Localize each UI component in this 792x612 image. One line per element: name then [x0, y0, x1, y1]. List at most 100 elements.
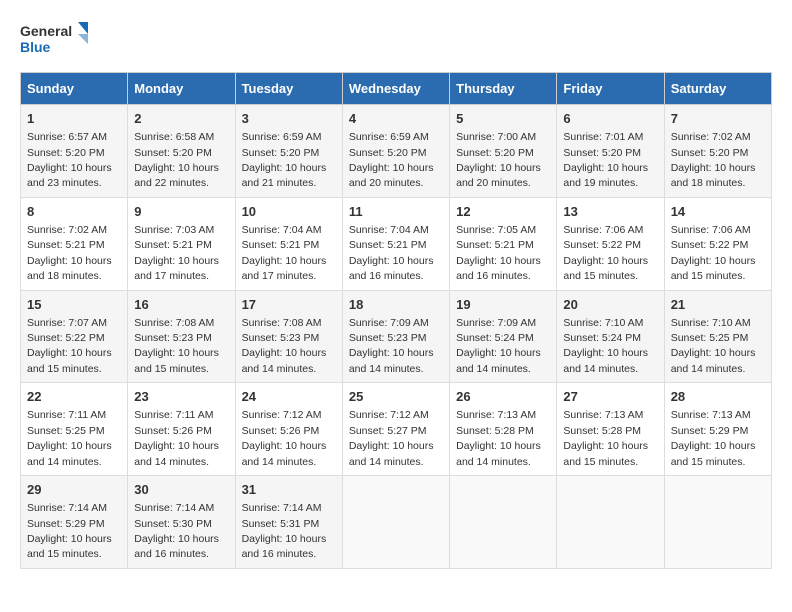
svg-text:Blue: Blue — [20, 39, 51, 55]
weekday-header-monday: Monday — [128, 73, 235, 105]
day-info: Sunrise: 7:07 AM Sunset: 5:22 PM Dayligh… — [27, 317, 112, 375]
day-number: 4 — [349, 110, 443, 128]
day-number: 20 — [563, 296, 657, 314]
day-number: 30 — [134, 481, 228, 499]
day-info: Sunrise: 7:00 AM Sunset: 5:20 PM Dayligh… — [456, 131, 541, 189]
day-info: Sunrise: 7:14 AM Sunset: 5:30 PM Dayligh… — [134, 502, 219, 560]
day-number: 14 — [671, 203, 765, 221]
day-number: 1 — [27, 110, 121, 128]
day-info: Sunrise: 7:12 AM Sunset: 5:26 PM Dayligh… — [242, 409, 327, 467]
day-number: 10 — [242, 203, 336, 221]
calendar-cell: 2Sunrise: 6:58 AM Sunset: 5:20 PM Daylig… — [128, 105, 235, 198]
day-number: 5 — [456, 110, 550, 128]
calendar-cell: 27Sunrise: 7:13 AM Sunset: 5:28 PM Dayli… — [557, 383, 664, 476]
weekday-header-saturday: Saturday — [664, 73, 771, 105]
calendar-week-row: 1 Sunrise: 6:57 AM Sunset: 5:20 PM Daylig… — [21, 105, 772, 198]
day-number: 6 — [563, 110, 657, 128]
day-info: Sunrise: 6:59 AM Sunset: 5:20 PM Dayligh… — [349, 131, 434, 189]
day-number: 25 — [349, 388, 443, 406]
day-number: 16 — [134, 296, 228, 314]
calendar-body: 1 Sunrise: 6:57 AM Sunset: 5:20 PM Daylig… — [21, 105, 772, 569]
day-info: Sunrise: 7:04 AM Sunset: 5:21 PM Dayligh… — [349, 224, 434, 282]
logo-svg: General Blue — [20, 20, 90, 62]
calendar-cell: 28 Sunrise: 7:13 AM Sunset: 5:29 PM Dayli… — [664, 383, 771, 476]
calendar-cell — [342, 476, 449, 569]
day-info: Sunrise: 7:13 AM Sunset: 5:28 PM Dayligh… — [563, 409, 648, 467]
calendar-cell — [557, 476, 664, 569]
calendar-cell — [450, 476, 557, 569]
day-info: Sunrise: 7:14 AM Sunset: 5:31 PM Dayligh… — [242, 502, 327, 560]
calendar-week-row: 22Sunrise: 7:11 AM Sunset: 5:25 PM Dayli… — [21, 383, 772, 476]
day-number: 13 — [563, 203, 657, 221]
calendar-cell: 11 Sunrise: 7:04 AM Sunset: 5:21 PM Dayli… — [342, 197, 449, 290]
day-info: Sunrise: 7:03 AM Sunset: 5:21 PM Dayligh… — [134, 224, 219, 282]
calendar-cell: 29 Sunrise: 7:14 AM Sunset: 5:29 PM Dayli… — [21, 476, 128, 569]
day-info: Sunrise: 7:09 AM Sunset: 5:24 PM Dayligh… — [456, 317, 541, 375]
day-number: 3 — [242, 110, 336, 128]
day-number: 15 — [27, 296, 121, 314]
day-info: Sunrise: 7:02 AM Sunset: 5:21 PM Dayligh… — [27, 224, 112, 282]
weekday-header-sunday: Sunday — [21, 73, 128, 105]
day-number: 11 — [349, 203, 443, 221]
calendar-cell: 13Sunrise: 7:06 AM Sunset: 5:22 PM Dayli… — [557, 197, 664, 290]
svg-text:General: General — [20, 23, 72, 39]
day-info: Sunrise: 7:10 AM Sunset: 5:25 PM Dayligh… — [671, 317, 756, 375]
calendar-cell: 22Sunrise: 7:11 AM Sunset: 5:25 PM Dayli… — [21, 383, 128, 476]
day-info: Sunrise: 7:08 AM Sunset: 5:23 PM Dayligh… — [242, 317, 327, 375]
day-number: 24 — [242, 388, 336, 406]
day-number: 19 — [456, 296, 550, 314]
day-info: Sunrise: 7:09 AM Sunset: 5:23 PM Dayligh… — [349, 317, 434, 375]
day-info: Sunrise: 7:14 AM Sunset: 5:29 PM Dayligh… — [27, 502, 112, 560]
calendar-cell: 31Sunrise: 7:14 AM Sunset: 5:31 PM Dayli… — [235, 476, 342, 569]
calendar-cell: 7 Sunrise: 7:02 AM Sunset: 5:20 PM Daylig… — [664, 105, 771, 198]
calendar-table: SundayMondayTuesdayWednesdayThursdayFrid… — [20, 72, 772, 569]
day-info: Sunrise: 7:05 AM Sunset: 5:21 PM Dayligh… — [456, 224, 541, 282]
day-info: Sunrise: 7:01 AM Sunset: 5:20 PM Dayligh… — [563, 131, 648, 189]
logo: General Blue — [20, 20, 90, 62]
calendar-cell: 14 Sunrise: 7:06 AM Sunset: 5:22 PM Dayli… — [664, 197, 771, 290]
calendar-cell: 21 Sunrise: 7:10 AM Sunset: 5:25 PM Dayli… — [664, 290, 771, 383]
day-number: 17 — [242, 296, 336, 314]
calendar-cell: 9 Sunrise: 7:03 AM Sunset: 5:21 PM Daylig… — [128, 197, 235, 290]
day-info: Sunrise: 6:59 AM Sunset: 5:20 PM Dayligh… — [242, 131, 327, 189]
day-info: Sunrise: 7:13 AM Sunset: 5:29 PM Dayligh… — [671, 409, 756, 467]
calendar-cell: 6 Sunrise: 7:01 AM Sunset: 5:20 PM Daylig… — [557, 105, 664, 198]
day-number: 8 — [27, 203, 121, 221]
day-number: 9 — [134, 203, 228, 221]
day-number: 18 — [349, 296, 443, 314]
calendar-header: SundayMondayTuesdayWednesdayThursdayFrid… — [21, 73, 772, 105]
weekday-header-wednesday: Wednesday — [342, 73, 449, 105]
day-info: Sunrise: 7:04 AM Sunset: 5:21 PM Dayligh… — [242, 224, 327, 282]
calendar-week-row: 29 Sunrise: 7:14 AM Sunset: 5:29 PM Dayli… — [21, 476, 772, 569]
calendar-cell: 19 Sunrise: 7:09 AM Sunset: 5:24 PM Dayli… — [450, 290, 557, 383]
day-number: 12 — [456, 203, 550, 221]
day-info: Sunrise: 7:12 AM Sunset: 5:27 PM Dayligh… — [349, 409, 434, 467]
calendar-cell: 24 Sunrise: 7:12 AM Sunset: 5:26 PM Dayli… — [235, 383, 342, 476]
day-number: 26 — [456, 388, 550, 406]
day-number: 28 — [671, 388, 765, 406]
calendar-week-row: 15 Sunrise: 7:07 AM Sunset: 5:22 PM Dayli… — [21, 290, 772, 383]
calendar-cell: 26Sunrise: 7:13 AM Sunset: 5:28 PM Dayli… — [450, 383, 557, 476]
calendar-cell: 3 Sunrise: 6:59 AM Sunset: 5:20 PM Daylig… — [235, 105, 342, 198]
weekday-header-thursday: Thursday — [450, 73, 557, 105]
calendar-cell: 1 Sunrise: 6:57 AM Sunset: 5:20 PM Daylig… — [21, 105, 128, 198]
calendar-cell: 4 Sunrise: 6:59 AM Sunset: 5:20 PM Daylig… — [342, 105, 449, 198]
weekday-header-friday: Friday — [557, 73, 664, 105]
weekday-header-row: SundayMondayTuesdayWednesdayThursdayFrid… — [21, 73, 772, 105]
day-info: Sunrise: 7:02 AM Sunset: 5:20 PM Dayligh… — [671, 131, 756, 189]
calendar-cell: 17 Sunrise: 7:08 AM Sunset: 5:23 PM Dayli… — [235, 290, 342, 383]
page-header: General Blue — [20, 20, 772, 62]
calendar-cell: 20 Sunrise: 7:10 AM Sunset: 5:24 PM Dayli… — [557, 290, 664, 383]
day-info: Sunrise: 7:10 AM Sunset: 5:24 PM Dayligh… — [563, 317, 648, 375]
day-number: 21 — [671, 296, 765, 314]
day-number: 23 — [134, 388, 228, 406]
day-number: 29 — [27, 481, 121, 499]
calendar-cell: 25 Sunrise: 7:12 AM Sunset: 5:27 PM Dayli… — [342, 383, 449, 476]
day-info: Sunrise: 7:11 AM Sunset: 5:25 PM Dayligh… — [27, 409, 112, 467]
day-number: 7 — [671, 110, 765, 128]
day-info: Sunrise: 7:06 AM Sunset: 5:22 PM Dayligh… — [671, 224, 756, 282]
calendar-week-row: 8 Sunrise: 7:02 AM Sunset: 5:21 PM Daylig… — [21, 197, 772, 290]
day-info: Sunrise: 7:08 AM Sunset: 5:23 PM Dayligh… — [134, 317, 219, 375]
calendar-cell: 10 Sunrise: 7:04 AM Sunset: 5:21 PM Dayli… — [235, 197, 342, 290]
day-info: Sunrise: 6:57 AM Sunset: 5:20 PM Dayligh… — [27, 131, 112, 189]
